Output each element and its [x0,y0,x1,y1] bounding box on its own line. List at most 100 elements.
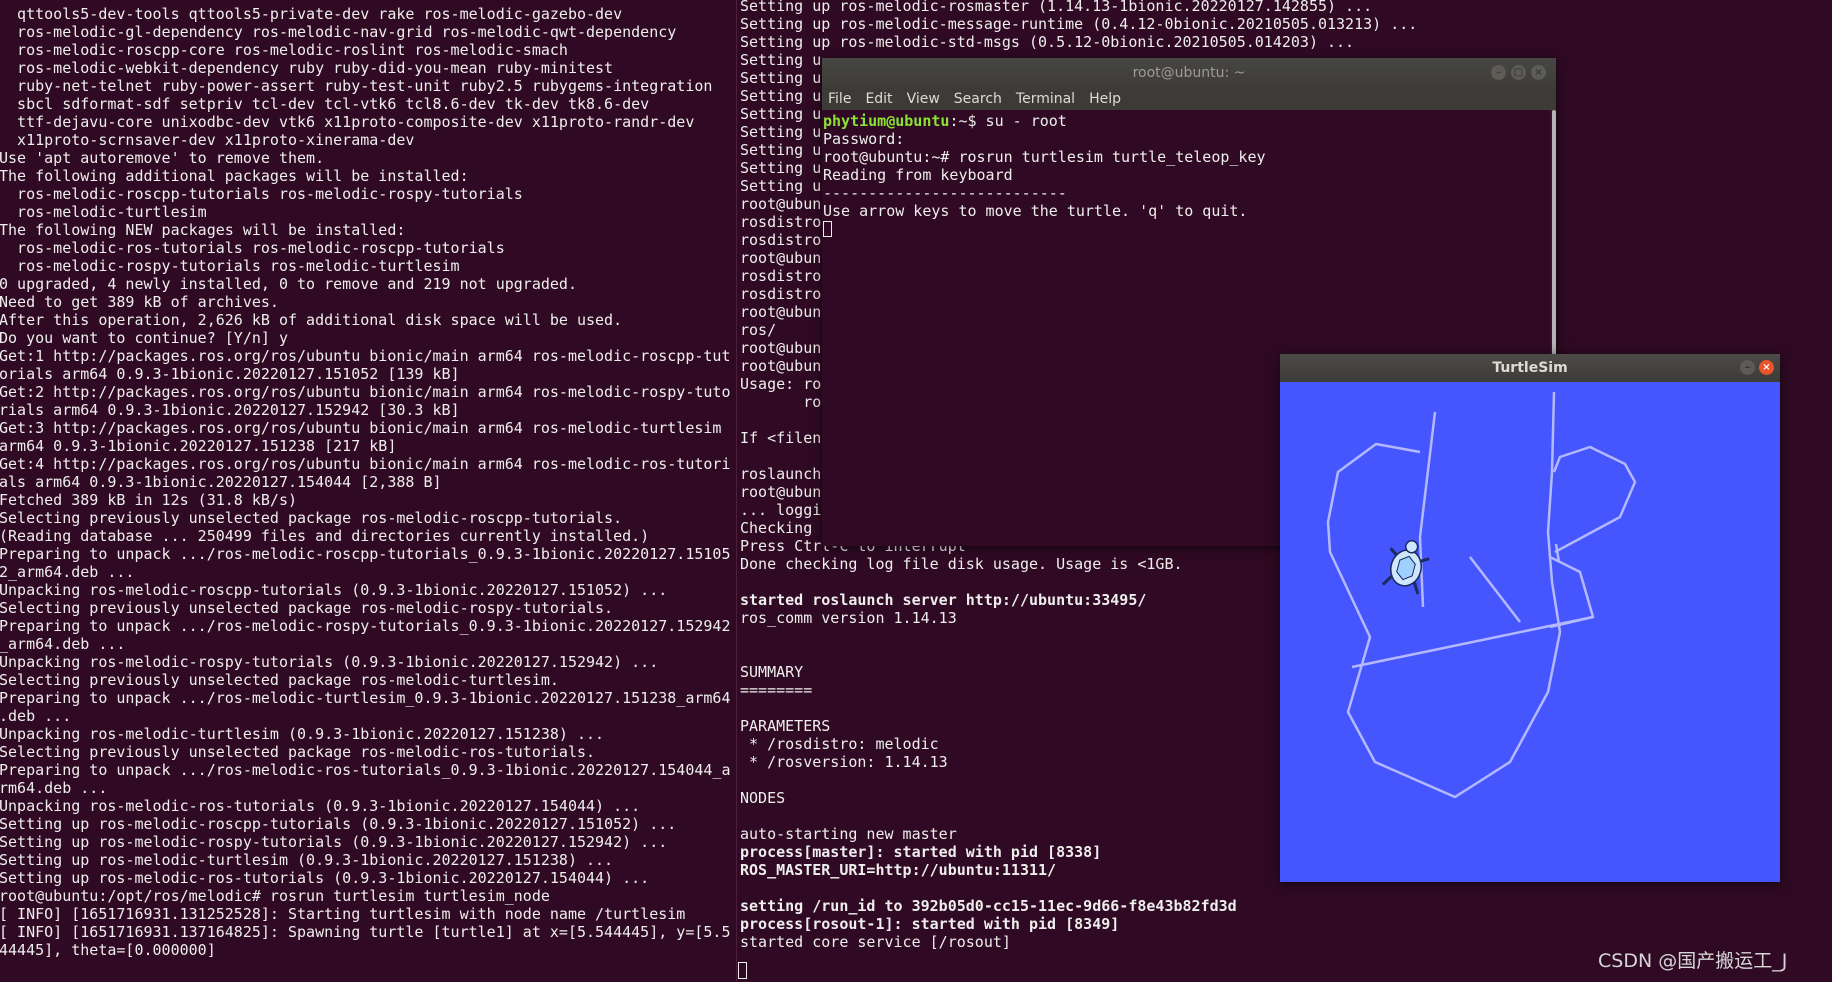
terminal-line: process[master]: started with pid [8338] [740,843,1102,861]
maximize-icon[interactable]: □ [1511,65,1526,80]
terminal-line: Unpacking ros-melodic-ros-tutorials (0.9… [0,797,641,815]
root-terminal-titlebar[interactable]: root@ubuntu: ~ – □ × [822,58,1556,88]
terminal-line: sbcl sdformat-sdf setpriv tcl-dev tcl-vt… [0,95,650,113]
terminal-line: 2_arm64.deb ... [0,563,135,581]
watermark: CSDN @国产搬运工_J [1598,950,1788,972]
prompt-user: phytium@ubuntu [823,112,950,130]
terminal-line: Setting u [740,159,822,177]
window-title: TurtleSim [1492,360,1568,376]
terminal-line: rm64.deb ... [0,779,108,797]
terminal-line: Setting u [740,141,822,159]
terminal-line: Setting u [740,69,822,87]
menu-help[interactable]: Help [1089,88,1121,110]
turtle-trail [1326,391,1637,799]
terminal-line: rials arm64 0.9.3-1bionic.20220127.15294… [0,401,460,419]
terminal-line: Setting u [740,87,822,105]
terminal-line: .deb ... [0,707,72,725]
menu-view[interactable]: View [907,88,940,110]
turtlesim-titlebar[interactable]: TurtleSim – × [1280,354,1780,382]
terminal-line: Use 'apt autoremove' to remove them. [0,149,325,167]
terminal-line: started roslaunch server http://ubuntu:3… [740,591,1147,609]
terminal-line: * /rosdistro: melodic [740,735,939,753]
terminal-line: ros-melodic-roscpp-tutorials ros-melodic… [0,185,523,203]
terminal-line: Preparing to unpack .../ros-melodic-turt… [0,689,731,707]
terminal-line: Usage: ros [740,375,831,393]
terminal-line: ros-melodic-webkit-dependency ruby ruby-… [0,59,614,77]
terminal-line: Setting up ros-melodic-message-runtime (… [740,15,1418,33]
terminal-line: Done checking log file disk usage. Usage… [740,555,1183,573]
terminal-line: Setting up ros-melodic-roscpp-tutorials … [0,815,677,833]
terminal-line: SUMMARY [740,663,804,681]
terminal-left[interactable]: qttools5-dev-tools qttools5-private-dev … [0,0,736,982]
terminal-line: Setting up ros-melodic-rospy-tutorials (… [0,833,668,851]
terminal-line: Selecting previously unselected package … [0,743,596,761]
terminal-line: root@ubun [740,249,822,267]
terminal-line: _arm64.deb ... [0,635,126,653]
terminal-line: The following NEW packages will be insta… [0,221,406,239]
terminal-line: Setting up ros-melodic-ros-tutorials (0.… [0,869,650,887]
terminal-line: Setting up ros-melodic-turtlesim (0.9.3-… [0,851,614,869]
terminal-line: root@ubun [740,339,822,357]
terminal-line: [ INFO] [1651716931.131252528]: Starting… [0,905,686,923]
terminal-line: After this operation, 2,626 kB of additi… [0,311,623,329]
terminal-line: Fetched 389 kB in 12s (31.8 kB/s) [0,491,298,509]
menu-file[interactable]: File [828,88,851,110]
terminal-line: Setting u [740,123,822,141]
minimize-icon[interactable]: – [1740,360,1755,375]
terminal-line: Get:4 http://packages.ros.org/ros/ubuntu… [0,455,731,473]
terminal-line: Get:3 http://packages.ros.org/ros/ubuntu… [0,419,722,437]
terminal-line: PARAMETERS [740,717,831,735]
terminal-line: auto-starting new master [740,825,957,843]
minimize-icon[interactable]: – [1491,65,1506,80]
terminal-cursor [738,962,747,979]
root-terminal-output: phytium@ubuntu:~$ su - root Password: ro… [823,112,1266,238]
terminal-line: Do you want to continue? [Y/n] y [0,329,288,347]
terminal-line: ... loggi [740,501,822,519]
terminal-line: qttools5-dev-tools qttools5-private-dev … [0,5,623,23]
terminal-line: Password: [823,130,905,148]
terminal-line: Setting up ros-melodic-std-msgs (0.5.12-… [740,33,1355,51]
menubar: File Edit View Search Terminal Help [822,88,1556,110]
terminal-line: started core service [/rosout] [740,933,1011,951]
prompt-command: :~$ su - root [949,112,1067,130]
terminal-line: [ INFO] [1651716931.137164825]: Spawning… [0,923,731,941]
terminal-line: Setting u [740,177,822,195]
menu-edit[interactable]: Edit [865,88,892,110]
terminal-line: ros_comm version 1.14.13 [740,609,957,627]
terminal-line: ======== [740,681,813,699]
terminal-line: Unpacking ros-melodic-rospy-tutorials (0… [0,653,659,671]
terminal-line: Get:2 http://packages.ros.org/ros/ubuntu… [0,383,731,401]
terminal-line: orials arm64 0.9.3-1bionic.20220127.1510… [0,365,460,383]
terminal-line: The following additional packages will b… [0,167,469,185]
terminal-line: arm64 0.9.3-1bionic.20220127.151238 [217… [0,437,397,455]
turtlesim-canvas [1326,391,1637,799]
terminal-line: If <filena [740,429,831,447]
terminal-line: Need to get 389 kB of archives. [0,293,279,311]
menu-terminal[interactable]: Terminal [1016,88,1075,110]
terminal-line: Use arrow keys to move the turtle. 'q' t… [823,202,1248,220]
terminal-line: root@ubuntu:/opt/ros/melodic# rosrun tur… [0,887,550,905]
terminal-line: ROS_MASTER_URI=http://ubuntu:11311/ [740,861,1057,879]
terminal-line: ruby-net-telnet ruby-power-assert ruby-t… [0,77,713,95]
close-icon[interactable]: × [1759,360,1774,375]
terminal-line: ros-melodic-turtlesim [0,203,207,221]
terminal-line: Get:1 http://packages.ros.org/ros/ubuntu… [0,347,731,365]
terminal-line: Unpacking ros-melodic-turtlesim (0.9.3-1… [0,725,605,743]
terminal-cursor [823,221,832,237]
terminal-line: ros-melodic-rospy-tutorials ros-melodic-… [0,257,460,275]
terminal-line: ros-melodic-roscpp-core ros-melodic-rosl… [0,41,568,59]
window-title: root@ubuntu: ~ [1132,65,1246,81]
terminal-line: process[rosout-1]: started with pid [834… [740,915,1120,933]
turtlesim-window[interactable]: TurtleSim – × [1280,354,1780,882]
terminal-line: Preparing to unpack .../ros-melodic-rosc… [0,545,731,563]
terminal-line: setting /run_id to 392b05d0-cc15-11ec-9d… [740,897,1237,915]
terminal-line: Selecting previously unselected package … [0,599,614,617]
close-icon[interactable]: × [1531,65,1546,80]
menu-search[interactable]: Search [954,88,1002,110]
terminal-line: ros-melodic-gl-dependency ros-melodic-na… [0,23,677,41]
terminal-line: Reading from keyboard [823,166,1013,184]
terminal-line: Preparing to unpack .../ros-melodic-ros-… [0,761,731,779]
terminal-line: Setting up ros-melodic-rosmaster (1.14.1… [740,0,1373,15]
terminal-line: ros-melodic-ros-tutorials ros-melodic-ro… [0,239,505,257]
terminal-line: root@ubuntu:~# rosrun turtlesim turtle_t… [823,148,1266,166]
